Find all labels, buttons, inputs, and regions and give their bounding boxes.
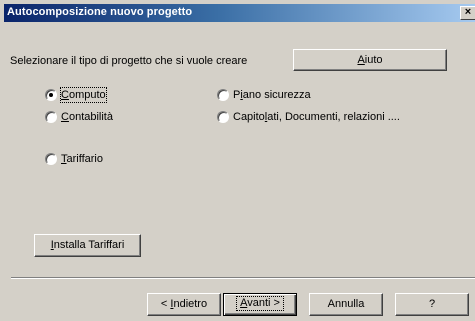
- close-icon: ×: [464, 6, 472, 18]
- title-bar[interactable]: Autocomposizione nuovo progetto ×: [4, 4, 475, 22]
- next-button[interactable]: Avanti >: [223, 293, 297, 316]
- radio-label-piano-sicurezza: Piano sicurezza: [233, 89, 311, 101]
- help-question-button[interactable]: ?: [395, 293, 469, 316]
- radio-unselected-icon: [217, 111, 229, 123]
- separator: [11, 277, 475, 279]
- radio-unselected-icon: [217, 89, 229, 101]
- radio-dot: [49, 93, 53, 97]
- radio-unselected-icon: [45, 111, 57, 123]
- radio-label-computo: Computo: [60, 87, 107, 103]
- window-title: Autocomposizione nuovo progetto: [7, 6, 193, 18]
- cancel-button[interactable]: Annulla: [309, 293, 383, 316]
- dialog-window: Autocomposizione nuovo progetto × Selezi…: [0, 0, 475, 321]
- back-button[interactable]: < Indietro: [147, 293, 221, 316]
- radio-label-capitolati: Capitolati, Documenti, relazioni ....: [233, 111, 400, 123]
- radio-label-contabilita: Contabilità: [61, 111, 113, 123]
- close-button[interactable]: ×: [460, 6, 475, 20]
- radio-unselected-icon: [45, 153, 57, 165]
- install-tariffari-button[interactable]: Installa Tariffari: [34, 234, 141, 257]
- radio-label-tariffario: Tariffario: [61, 153, 103, 165]
- help-button[interactable]: Aiuto: [293, 49, 447, 71]
- radio-selected-icon: [45, 89, 57, 101]
- prompt-label: Selezionare il tipo di progetto che si v…: [10, 55, 248, 67]
